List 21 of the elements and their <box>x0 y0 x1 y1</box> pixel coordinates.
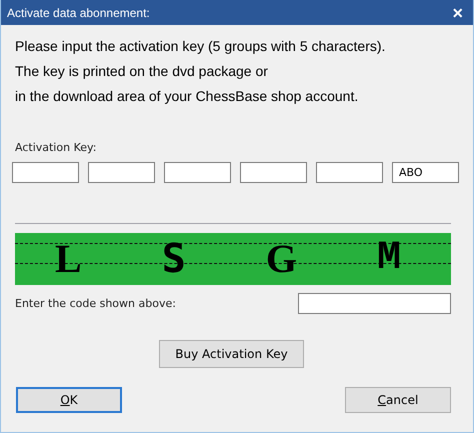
instruction-text: Please input the activation key (5 groups with 5 characters). <box>15 37 386 55</box>
instruction-text: in the download area of your ChessBase shop account. <box>15 87 360 105</box>
key-group-field[interactable]: ABO <box>392 162 459 183</box>
key-group-field[interactable] <box>240 162 307 183</box>
activation-key-label: Activation Key: <box>15 141 96 154</box>
code-field[interactable] <box>298 293 451 314</box>
buy-activation-key-button[interactable]: Buy Activation Key <box>159 340 304 368</box>
code-label: Enter the code shown above: <box>15 297 176 310</box>
close-button[interactable]: × <box>450 4 465 22</box>
key-group-field[interactable] <box>164 162 231 183</box>
captcha-character: G <box>266 237 297 281</box>
key-group-field[interactable] <box>12 162 79 183</box>
captcha-character: M <box>376 237 401 281</box>
key-group-field[interactable] <box>316 162 383 183</box>
captcha-character: S <box>162 237 186 281</box>
cancel-button[interactable]: Cancel <box>345 387 451 413</box>
window-title: Activate data abonnement: <box>7 6 150 20</box>
key-group-field[interactable] <box>88 162 155 183</box>
instruction-text: The key is printed on the dvd package or <box>15 62 269 80</box>
ok-button[interactable]: OK <box>16 387 122 413</box>
captcha-character: L <box>55 237 82 281</box>
